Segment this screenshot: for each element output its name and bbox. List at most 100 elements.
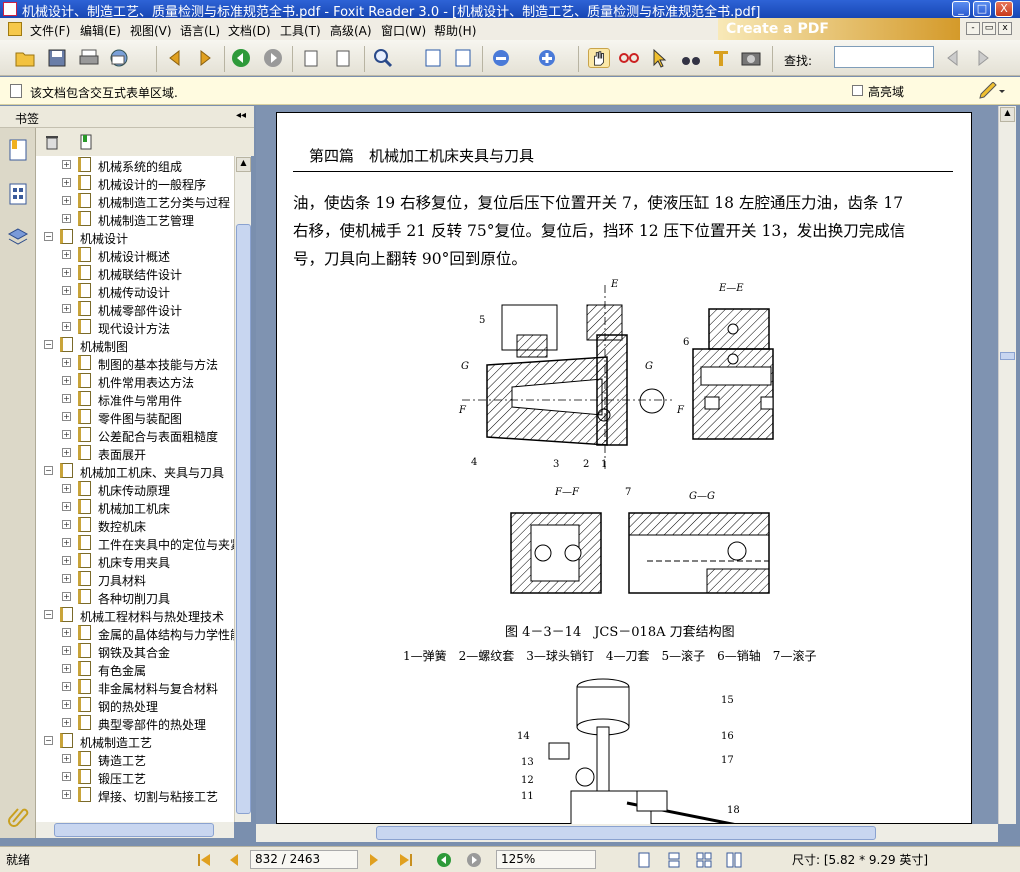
menu-advanced[interactable]: 高级(A): [330, 22, 372, 39]
first-page-icon[interactable]: [196, 852, 212, 868]
expand-toggle-icon[interactable]: +: [62, 268, 71, 277]
expand-toggle-icon[interactable]: +: [62, 214, 71, 223]
expand-toggle-icon[interactable]: +: [62, 538, 71, 547]
single-page-view-icon[interactable]: [636, 852, 652, 868]
bookmarks-tab-icon[interactable]: [7, 138, 29, 162]
find-input[interactable]: [834, 46, 934, 68]
expand-toggle-icon[interactable]: +: [62, 772, 71, 781]
menu-window[interactable]: 窗口(W): [381, 22, 426, 39]
collapse-panel-button[interactable]: ◂◂: [236, 110, 246, 121]
close-button[interactable]: X: [995, 1, 1013, 17]
scroll-up-arrow-icon[interactable]: ▲: [236, 157, 251, 172]
expand-toggle-icon[interactable]: +: [62, 376, 71, 385]
app-icon[interactable]: [3, 2, 17, 16]
doc-scroll-up-icon[interactable]: ▲: [1000, 107, 1015, 122]
hand-tool-icon[interactable]: [588, 48, 610, 68]
print-icon[interactable]: [78, 48, 100, 68]
expand-toggle-icon[interactable]: +: [62, 196, 71, 205]
document-hscroll-thumb[interactable]: [376, 826, 876, 840]
next-page-icon[interactable]: [194, 48, 216, 68]
collapse-toggle-icon[interactable]: −: [44, 736, 53, 745]
expand-toggle-icon[interactable]: +: [62, 556, 71, 565]
menu-file[interactable]: 文件(F): [30, 22, 70, 39]
document-icon[interactable]: [8, 22, 22, 36]
layers-tab-icon[interactable]: [7, 226, 29, 250]
go-back-icon[interactable]: [230, 48, 252, 68]
expand-toggle-icon[interactable]: +: [62, 394, 71, 403]
expand-toggle-icon[interactable]: +: [62, 700, 71, 709]
find-previous-icon[interactable]: [942, 48, 964, 68]
mdi-restore-button[interactable]: ▭: [982, 22, 996, 35]
expand-toggle-icon[interactable]: +: [62, 448, 71, 457]
mdi-close-button[interactable]: x: [998, 22, 1012, 35]
open-folder-icon[interactable]: [14, 48, 36, 68]
page-number-input[interactable]: 832 / 2463: [250, 850, 358, 869]
find-next-icon[interactable]: [972, 48, 994, 68]
menu-language[interactable]: 语言(L): [180, 22, 220, 39]
select-arrow-icon[interactable]: [648, 48, 670, 68]
expand-toggle-icon[interactable]: +: [62, 322, 71, 331]
rotate-left-icon[interactable]: [300, 48, 322, 68]
status-next-page-icon[interactable]: [366, 852, 382, 868]
expand-toggle-icon[interactable]: +: [62, 628, 71, 637]
mdi-minimize-button[interactable]: -: [966, 22, 980, 35]
fit-width-icon[interactable]: [452, 48, 474, 68]
menu-document[interactable]: 文档(D): [228, 22, 271, 39]
collapse-toggle-icon[interactable]: −: [44, 466, 53, 475]
maximize-button[interactable]: □: [973, 1, 991, 17]
expand-toggle-icon[interactable]: +: [62, 304, 71, 313]
expand-toggle-icon[interactable]: +: [62, 754, 71, 763]
typewriter-icon[interactable]: [710, 48, 732, 68]
text-select-icon[interactable]: [618, 48, 640, 68]
document-scroll-thumb[interactable]: [1000, 352, 1015, 360]
expand-toggle-icon[interactable]: +: [62, 502, 71, 511]
expand-toggle-icon[interactable]: +: [62, 574, 71, 583]
bookmark-hscroll-thumb[interactable]: [54, 823, 214, 837]
menu-edit[interactable]: 编辑(E): [80, 22, 121, 39]
add-bookmark-icon[interactable]: [78, 134, 94, 150]
expand-toggle-icon[interactable]: +: [62, 520, 71, 529]
expand-toggle-icon[interactable]: +: [62, 592, 71, 601]
email-icon[interactable]: [108, 48, 130, 68]
expand-toggle-icon[interactable]: +: [62, 682, 71, 691]
zoom-out-icon[interactable]: [490, 48, 512, 68]
expand-toggle-icon[interactable]: +: [62, 286, 71, 295]
menu-help[interactable]: 帮助(H): [434, 22, 476, 39]
last-page-icon[interactable]: [398, 852, 414, 868]
find-binoculars-icon[interactable]: [680, 48, 702, 68]
highlight-pen-icon[interactable]: [978, 82, 1006, 100]
menu-tools[interactable]: 工具(T): [280, 22, 321, 39]
expand-toggle-icon[interactable]: +: [62, 412, 71, 421]
continuous-facing-view-icon[interactable]: [726, 852, 742, 868]
menu-view[interactable]: 视图(V): [130, 22, 172, 39]
rotate-right-icon[interactable]: [332, 48, 354, 68]
save-icon[interactable]: [46, 48, 68, 68]
highlight-fields-checkbox[interactable]: [852, 85, 863, 96]
collapse-toggle-icon[interactable]: −: [44, 610, 53, 619]
collapse-toggle-icon[interactable]: −: [44, 232, 53, 241]
expand-toggle-icon[interactable]: +: [62, 358, 71, 367]
expand-toggle-icon[interactable]: +: [62, 484, 71, 493]
expand-toggle-icon[interactable]: +: [62, 250, 71, 259]
snapshot-icon[interactable]: [740, 48, 762, 68]
create-pdf-banner[interactable]: Create a PDF: [718, 18, 960, 40]
status-previous-page-icon[interactable]: [226, 852, 242, 868]
previous-page-icon[interactable]: [164, 48, 186, 68]
status-back-icon[interactable]: [436, 852, 452, 868]
minimize-button[interactable]: _: [952, 1, 970, 17]
expand-toggle-icon[interactable]: +: [62, 790, 71, 799]
fit-page-icon[interactable]: [422, 48, 444, 68]
go-forward-icon[interactable]: [262, 48, 284, 68]
facing-view-icon[interactable]: [696, 852, 712, 868]
expand-toggle-icon[interactable]: +: [62, 718, 71, 727]
expand-toggle-icon[interactable]: +: [62, 664, 71, 673]
expand-toggle-icon[interactable]: +: [62, 430, 71, 439]
document-vertical-scrollbar[interactable]: ▲: [998, 106, 1016, 824]
bookmark-vertical-scrollbar[interactable]: ▲: [234, 156, 251, 822]
zoom-select[interactable]: 125%: [496, 850, 596, 869]
attachments-paperclip-icon[interactable]: [7, 804, 29, 828]
bookmark-scroll-thumb[interactable]: [236, 224, 251, 814]
document-horizontal-scrollbar[interactable]: [256, 824, 998, 842]
expand-toggle-icon[interactable]: +: [62, 178, 71, 187]
collapse-toggle-icon[interactable]: −: [44, 340, 53, 349]
